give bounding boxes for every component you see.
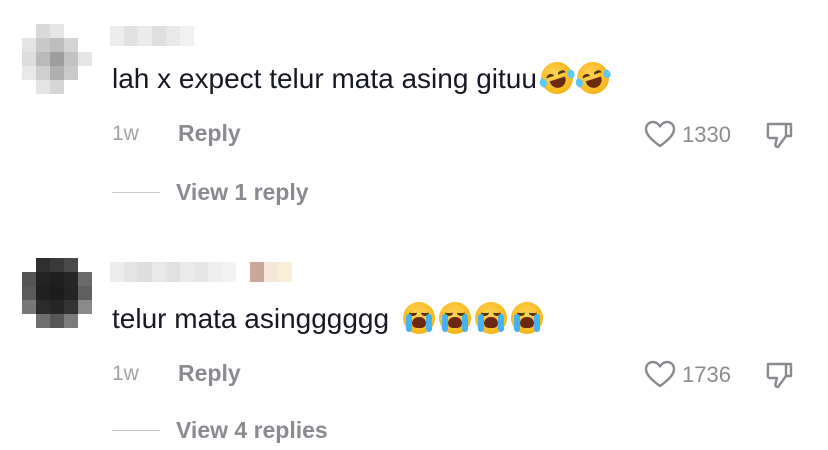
username-redacted[interactable]	[110, 26, 196, 46]
timestamp: 1w	[112, 362, 139, 385]
view-replies-button[interactable]: View 1 reply	[176, 179, 309, 206]
rolling-on-floor-laughing-icon	[572, 57, 614, 99]
avatar[interactable]	[22, 24, 92, 94]
view-replies-button[interactable]: View 4 replies	[176, 417, 328, 444]
heart-outline-icon	[644, 120, 676, 148]
comment-text: telur mata asingggggg	[112, 302, 544, 335]
divider-line	[112, 192, 160, 193]
like-count: 1736	[682, 362, 731, 387]
like-count: 1330	[682, 122, 731, 147]
heart-outline-icon	[644, 360, 676, 388]
view-replies-row[interactable]: View 4 replies	[0, 415, 828, 447]
rolling-on-floor-laughing-icon	[536, 57, 578, 99]
loudly-crying-face-icon	[475, 302, 508, 334]
comment-actions: 1w Reply 1330	[0, 118, 828, 150]
like-button[interactable]: 1736	[644, 358, 764, 390]
reply-button[interactable]: Reply	[178, 120, 241, 147]
loudly-crying-face-icon	[439, 302, 472, 334]
comment-text: lah x expect telur mata asing gituu	[112, 57, 614, 99]
like-button[interactable]: 1330	[644, 118, 764, 150]
thumbs-down-icon[interactable]	[764, 120, 794, 150]
view-replies-row[interactable]: View 1 reply	[0, 177, 828, 209]
avatar[interactable]	[22, 258, 92, 328]
thumbs-down-icon[interactable]	[764, 360, 794, 390]
divider-line	[112, 430, 160, 431]
username-redacted[interactable]	[110, 262, 300, 282]
loudly-crying-face-icon	[403, 302, 436, 334]
comment-body: telur mata asingggggg	[112, 303, 390, 334]
reply-button[interactable]: Reply	[178, 360, 241, 387]
timestamp: 1w	[112, 122, 139, 145]
loudly-crying-face-icon	[511, 302, 544, 334]
comment-actions: 1w Reply 1736	[0, 358, 828, 390]
comment-body: lah x expect telur mata asing gituu	[112, 63, 537, 94]
